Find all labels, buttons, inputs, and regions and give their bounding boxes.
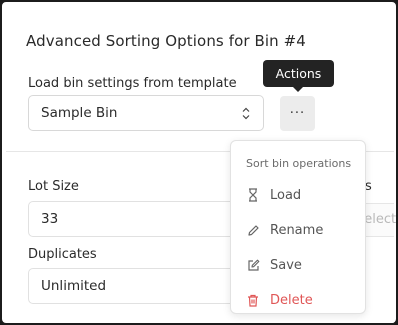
menu-header: Sort bin operations: [246, 157, 352, 170]
edit-square-icon: [246, 258, 260, 272]
partial-field-label: s: [365, 179, 372, 194]
lot-size-input[interactable]: 33: [28, 201, 238, 237]
template-select-value: Sample Bin: [41, 105, 118, 121]
duplicates-input[interactable]: Unlimited: [28, 268, 238, 304]
trash-icon: [246, 293, 260, 307]
menu-item-label: Delete: [270, 292, 313, 308]
actions-menu: Sort bin operations Load Rename Save Del…: [230, 140, 366, 314]
menu-item-save[interactable]: Save: [246, 253, 302, 277]
menu-item-label: Rename: [270, 222, 324, 238]
pencil-icon: [246, 223, 260, 237]
template-label: Load bin settings from template: [28, 76, 237, 91]
template-select[interactable]: Sample Bin: [28, 95, 264, 131]
hourglass-icon: [246, 188, 260, 202]
actions-button[interactable]: ···: [280, 96, 315, 131]
chevron-up-down-icon: [241, 106, 251, 120]
menu-item-rename[interactable]: Rename: [246, 218, 323, 242]
menu-item-delete[interactable]: Delete: [246, 288, 313, 312]
dialog-frame: Advanced Sorting Options for Bin #4 Load…: [0, 0, 398, 325]
dialog-title: Advanced Sorting Options for Bin #4: [26, 32, 306, 50]
duplicates-label: Duplicates: [28, 247, 97, 262]
sorting-options-dialog: Advanced Sorting Options for Bin #4 Load…: [6, 6, 396, 323]
lot-size-label: Lot Size: [28, 179, 79, 194]
menu-item-load[interactable]: Load: [246, 183, 301, 207]
menu-item-label: Load: [270, 187, 302, 203]
actions-tooltip: Actions: [263, 60, 334, 92]
menu-item-label: Save: [270, 257, 302, 273]
